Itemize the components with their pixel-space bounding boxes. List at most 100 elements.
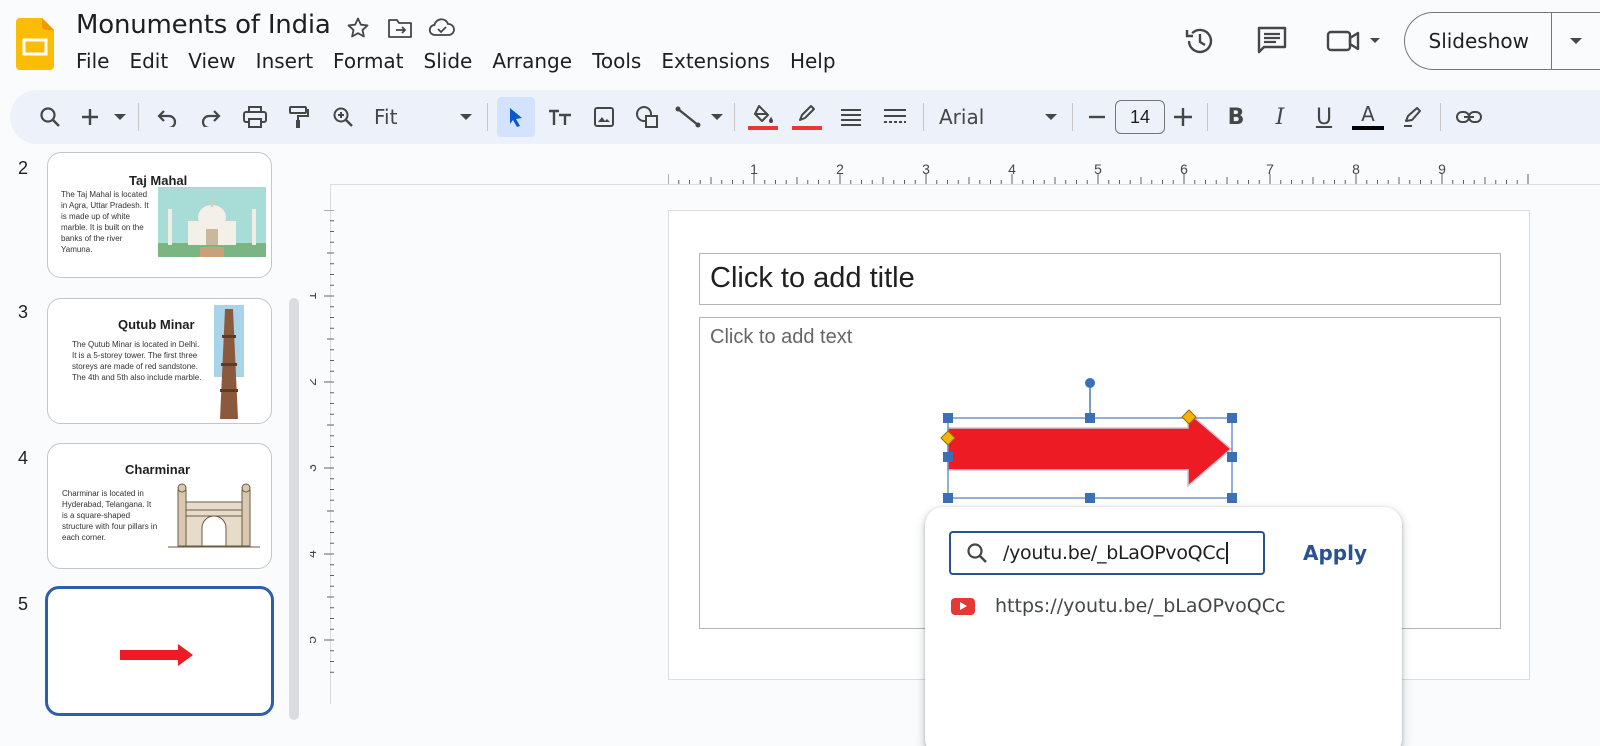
- text-color-icon[interactable]: A: [1349, 97, 1387, 137]
- thumb-title: Charminar: [125, 462, 191, 477]
- italic-icon[interactable]: I: [1261, 97, 1299, 137]
- resize-handle[interactable]: [943, 452, 953, 462]
- bold-icon[interactable]: B: [1217, 97, 1255, 137]
- title-placeholder[interactable]: Click to add title: [699, 253, 1501, 305]
- menu-arrange[interactable]: Arrange: [482, 46, 582, 76]
- resize-handle[interactable]: [1227, 493, 1237, 503]
- document-title[interactable]: Monuments of India: [76, 10, 331, 40]
- resize-handle[interactable]: [943, 493, 953, 503]
- cloud-saved-icon[interactable]: [428, 14, 456, 42]
- slide-thumbnail-2[interactable]: Taj Mahal The Taj Mahal is located in Ag…: [47, 152, 272, 278]
- ruler-label: 4: [310, 550, 319, 558]
- menu-help[interactable]: Help: [780, 46, 846, 76]
- link-url-input[interactable]: /youtu.be/_bLaOPvoQCc: [949, 531, 1265, 575]
- slideshow-dropdown-chevron-icon[interactable]: [1552, 13, 1600, 69]
- ruler-label: 3: [922, 161, 930, 177]
- underline-icon[interactable]: U: [1305, 97, 1343, 137]
- vertical-ruler: 1 2 3 4 5: [310, 210, 334, 673]
- redo-icon[interactable]: [192, 97, 230, 137]
- menu-extensions[interactable]: Extensions: [651, 46, 780, 76]
- thumb-title: Qutub Minar: [118, 317, 195, 332]
- fill-color-swatch: [748, 126, 778, 130]
- slide-thumbnail-5[interactable]: [45, 586, 274, 716]
- zoom-icon[interactable]: [324, 97, 362, 137]
- menu-edit[interactable]: Edit: [119, 46, 178, 76]
- thumb-arrow-shape: [120, 644, 193, 666]
- font-dropdown-icon: [1045, 114, 1057, 120]
- insert-link-popup: /youtu.be/_bLaOPvoQCc Apply https://yout…: [925, 507, 1402, 746]
- text-box-icon[interactable]: [541, 97, 579, 137]
- paint-format-icon[interactable]: [280, 97, 318, 137]
- rotate-handle[interactable]: [1085, 378, 1095, 388]
- meet-camera-icon[interactable]: [1322, 19, 1386, 63]
- charminar-image: [168, 480, 260, 550]
- resize-handle[interactable]: [1227, 413, 1237, 423]
- slide-thumbnail-3[interactable]: Qutub Minar The Qutub Minar is located i…: [47, 298, 272, 424]
- line-dropdown-icon[interactable]: [709, 97, 725, 137]
- resize-handle[interactable]: [1227, 452, 1237, 462]
- font-size-input[interactable]: 14: [1115, 100, 1165, 134]
- line-icon[interactable]: [673, 97, 703, 137]
- ruler-label: 5: [1094, 161, 1102, 177]
- insert-link-icon[interactable]: [1450, 97, 1488, 137]
- menu-view[interactable]: View: [178, 46, 245, 76]
- apply-button[interactable]: Apply: [1303, 541, 1367, 565]
- new-slide-dropdown-icon[interactable]: [111, 97, 129, 137]
- qutub-minar-image: [214, 305, 244, 421]
- toolbar: Fit Arial 14 B I U A: [10, 90, 1600, 144]
- slideshow-button-group: Slideshow: [1403, 12, 1600, 70]
- taj-mahal-image: [158, 187, 266, 257]
- ruler-label: 1: [750, 161, 758, 177]
- shape-icon[interactable]: [629, 97, 667, 137]
- fill-color-icon[interactable]: [744, 97, 782, 137]
- menu-slide[interactable]: Slide: [414, 46, 483, 76]
- filmstrip-scrollbar[interactable]: [289, 298, 299, 720]
- menu-file[interactable]: File: [66, 46, 119, 76]
- slide-number: 3: [18, 302, 29, 322]
- thumb-body: The Qutub Minar is located in Delhi. It …: [72, 340, 202, 382]
- selected-arrow-shape[interactable]: [936, 368, 1246, 508]
- font-name: Arial: [939, 105, 985, 129]
- link-suggestion[interactable]: https://youtu.be/_bLaOPvoQCc: [951, 595, 1285, 617]
- ruler-label: 9: [1438, 161, 1446, 177]
- menu-tools[interactable]: Tools: [582, 46, 651, 76]
- horizontal-ruler: 1 2 3 4 5 6 7 8 9: [668, 161, 1529, 184]
- resize-handle[interactable]: [1085, 413, 1095, 423]
- print-icon[interactable]: [236, 97, 274, 137]
- insert-image-icon[interactable]: [585, 97, 623, 137]
- text-color-swatch: [1352, 126, 1384, 130]
- ruler-label: 2: [310, 378, 319, 386]
- border-dash-icon[interactable]: [876, 97, 914, 137]
- resize-handle[interactable]: [1085, 493, 1095, 503]
- ruler-label: 8: [1352, 161, 1360, 177]
- new-slide-plus-icon[interactable]: [75, 97, 105, 137]
- select-cursor-icon[interactable]: [497, 97, 535, 137]
- slideshow-button[interactable]: Slideshow: [1405, 13, 1552, 69]
- slide-thumbnail-4[interactable]: Charminar Charminar is located in Hydera…: [47, 443, 272, 569]
- menu-format[interactable]: Format: [323, 46, 413, 76]
- ruler-label: 5: [310, 636, 319, 644]
- decrease-font-size-icon[interactable]: [1082, 97, 1112, 137]
- zoom-select[interactable]: Fit: [368, 97, 478, 137]
- version-history-icon[interactable]: [1178, 19, 1222, 63]
- move-folder-icon[interactable]: [386, 14, 414, 42]
- highlight-pen-icon[interactable]: [1393, 97, 1431, 137]
- ruler-label: 1: [310, 292, 319, 300]
- slides-logo-icon[interactable]: [16, 18, 54, 70]
- undo-icon[interactable]: [148, 97, 186, 137]
- font-select[interactable]: Arial: [933, 97, 1063, 137]
- border-weight-icon[interactable]: [832, 97, 870, 137]
- thumb-body: The Taj Mahal is located in Agra, Uttar …: [61, 190, 149, 254]
- search-icon: [951, 542, 1003, 564]
- resize-handle[interactable]: [943, 413, 953, 423]
- increase-font-size-icon[interactable]: [1168, 97, 1198, 137]
- menu-insert[interactable]: Insert: [246, 46, 323, 76]
- border-color-icon[interactable]: [788, 97, 826, 137]
- text-cursor: [1226, 542, 1228, 564]
- comments-icon[interactable]: [1250, 19, 1294, 63]
- slide-number: 2: [18, 158, 29, 178]
- ruler-label: 6: [1180, 161, 1188, 177]
- star-icon[interactable]: [344, 14, 372, 42]
- slide-number: 5: [18, 594, 29, 614]
- search-menus-icon[interactable]: [31, 97, 69, 137]
